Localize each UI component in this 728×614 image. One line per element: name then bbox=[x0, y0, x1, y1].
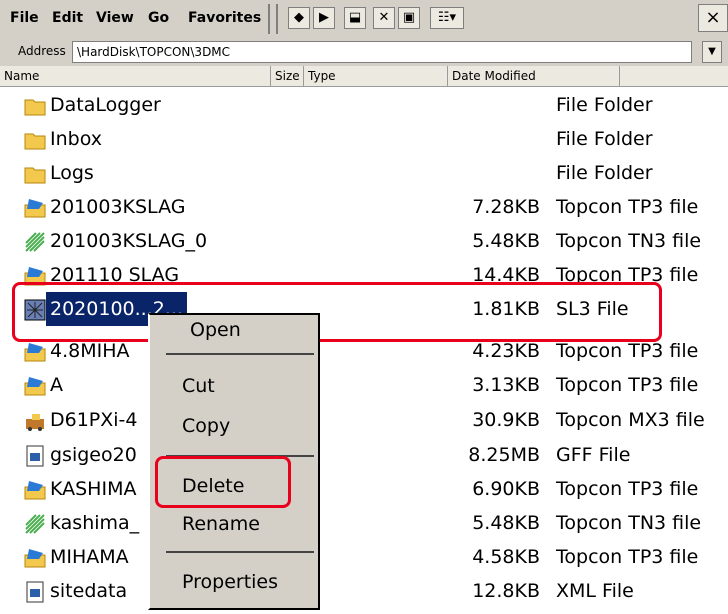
column-header: Name Size Type Date Modified bbox=[0, 66, 728, 87]
list-item[interactable]: Inbox File Folder bbox=[0, 122, 728, 156]
list-item[interactable]: D61PXi-4 30.9KB Topcon MX3 file bbox=[0, 403, 728, 437]
view-menu-icon[interactable]: ☷▾ bbox=[430, 7, 464, 29]
list-item[interactable]: Logs File Folder bbox=[0, 156, 728, 190]
menu-bar: File Edit View Go Favorites ◆ ▶ ⬓ ✕ ▣ ☷▾… bbox=[0, 0, 728, 39]
address-label: Address bbox=[18, 44, 66, 58]
address-bar: Address \HardDisk\TOPCON\3DMC ▼ bbox=[0, 38, 728, 67]
tp3-file-icon bbox=[24, 196, 46, 218]
chevron-down-icon[interactable]: ▼ bbox=[702, 41, 722, 63]
menu-edit[interactable]: Edit bbox=[52, 0, 83, 36]
xml-file-icon bbox=[24, 580, 46, 603]
menu-separator bbox=[166, 551, 314, 553]
list-item[interactable]: 201003KSLAG_0 5.48KB Topcon TN3 file bbox=[0, 224, 728, 258]
list-item[interactable]: kashima_ 5.48KB Topcon TN3 file bbox=[0, 506, 728, 540]
gff-file-icon bbox=[24, 444, 46, 467]
column-size[interactable]: Size bbox=[270, 66, 304, 86]
forward-icon[interactable]: ▶ bbox=[313, 7, 335, 29]
tp3-file-icon bbox=[24, 340, 46, 362]
tn3-file-icon bbox=[24, 230, 46, 252]
close-button[interactable]: × bbox=[698, 4, 728, 32]
toolbar-grip bbox=[268, 4, 278, 34]
column-name[interactable]: Name bbox=[0, 66, 304, 86]
context-cut[interactable]: Cut bbox=[182, 375, 215, 397]
tp3-file-icon bbox=[24, 546, 46, 568]
list-item[interactable]: A 3.13KB Topcon TP3 file bbox=[0, 368, 728, 402]
folder-icon bbox=[24, 162, 46, 184]
menu-view[interactable]: View bbox=[96, 0, 134, 36]
list-item[interactable]: gsigeo20 8.25MB GFF File bbox=[0, 438, 728, 472]
list-item[interactable]: DataLogger File Folder bbox=[0, 88, 728, 122]
tp3-file-icon bbox=[24, 478, 46, 500]
properties-icon[interactable]: ▣ bbox=[398, 7, 420, 29]
column-type[interactable]: Type bbox=[304, 66, 448, 86]
context-copy[interactable]: Copy bbox=[182, 415, 230, 437]
list-item[interactable]: 201003KSLAG 7.28KB Topcon TP3 file bbox=[0, 190, 728, 224]
tp3-file-icon bbox=[24, 374, 46, 396]
menu-file[interactable]: File bbox=[10, 0, 39, 36]
list-item[interactable]: MIHAMA 4.58KB Topcon TP3 file bbox=[0, 540, 728, 574]
mx3-file-icon bbox=[24, 409, 46, 431]
list-item[interactable]: KASHIMA 6.90KB Topcon TP3 file bbox=[0, 472, 728, 506]
delete-icon[interactable]: ✕ bbox=[373, 7, 395, 29]
tn3-file-icon bbox=[24, 512, 46, 534]
folder-icon bbox=[24, 128, 46, 150]
back-icon[interactable]: ◆ bbox=[288, 7, 310, 29]
menu-favorites[interactable]: Favorites bbox=[188, 0, 261, 36]
menu-go[interactable]: Go bbox=[148, 0, 169, 36]
up-folder-icon[interactable]: ⬓ bbox=[344, 7, 366, 29]
list-item[interactable]: sitedata 12.8KB XML File bbox=[0, 574, 728, 608]
context-rename[interactable]: Rename bbox=[182, 513, 260, 535]
context-open[interactable]: Open bbox=[190, 319, 241, 341]
address-input[interactable]: \HardDisk\TOPCON\3DMC bbox=[72, 41, 692, 63]
context-properties[interactable]: Properties bbox=[182, 571, 278, 593]
selected-row-highlight bbox=[12, 282, 662, 342]
delete-highlight bbox=[155, 456, 291, 508]
menu-separator bbox=[166, 353, 314, 355]
folder-icon bbox=[24, 94, 46, 116]
column-date[interactable]: Date Modified bbox=[448, 66, 620, 86]
